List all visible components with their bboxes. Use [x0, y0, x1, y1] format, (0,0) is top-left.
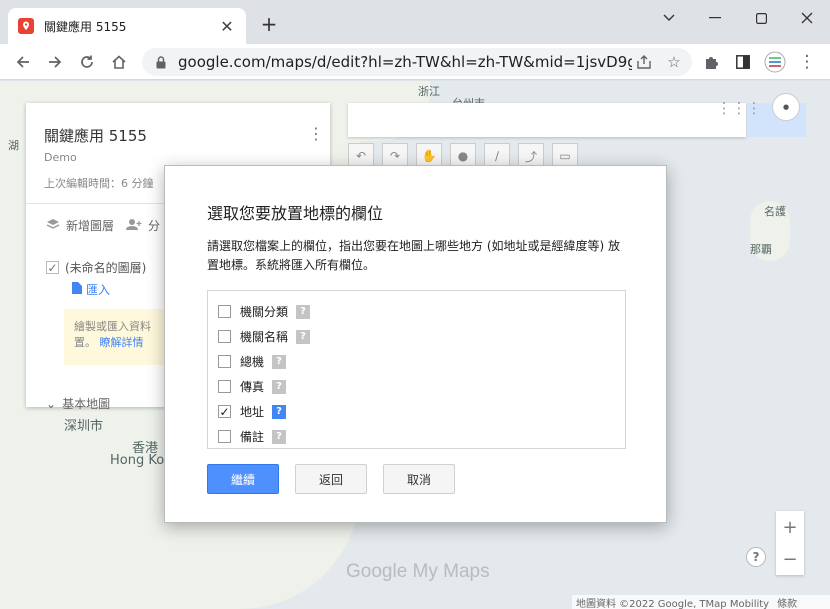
maximize-button[interactable] [738, 6, 784, 30]
import-label: 匯入 [86, 283, 111, 297]
browser-tab[interactable]: 關鍵應用 5155 ✕ [8, 8, 246, 44]
column-label: 機關名稱 [240, 330, 289, 344]
continue-button[interactable]: 繼續 [207, 464, 279, 494]
share-icon[interactable] [632, 50, 656, 74]
map-attribution: 地圖資料 ©2022 Google, TMap Mobility 條款 [572, 595, 830, 609]
column-checkbox[interactable] [218, 305, 231, 318]
account-avatar[interactable]: ● [772, 93, 800, 121]
column-label: 總機 [240, 355, 265, 369]
layer-name: (未命名的圖層) [65, 261, 147, 275]
column-list: 機關分類? 機關名稱? 總機? 傳真? ✓ 地址? 備註? [207, 290, 626, 449]
layer-row[interactable]: ✓ (未命名的圖層) [46, 259, 146, 276]
map-title[interactable]: 關鍵應用 5155 [44, 125, 147, 146]
back-button[interactable]: 返回 [295, 464, 367, 494]
help-icon[interactable]: ? [296, 329, 311, 344]
column-checkbox[interactable]: ✓ [218, 405, 231, 418]
side-panel-icon[interactable] [730, 49, 756, 75]
help-icon[interactable]: ? [296, 304, 311, 319]
help-icon[interactable]: ? [272, 354, 287, 369]
zoom-in-icon[interactable]: + [776, 511, 804, 543]
map-label-zhejiang: 浙江 [418, 85, 440, 98]
column-label: 機關分類 [240, 305, 289, 319]
share-map-button[interactable]: 分 [126, 217, 160, 234]
column-row[interactable]: 傳真? [208, 374, 625, 399]
column-row[interactable]: 備註? [208, 424, 625, 449]
map-label-shenzhen: 深圳市 [64, 419, 104, 434]
layers-icon [46, 218, 60, 233]
learn-more-link[interactable]: 瞭解詳情 [100, 336, 144, 349]
google-maps-pin-icon [18, 18, 34, 34]
apps-grid-icon[interactable]: ⋮⋮⋮ [717, 99, 762, 117]
browser-menu-icon[interactable]: ⋮ [794, 49, 820, 75]
add-person-icon [126, 218, 142, 233]
reload-icon[interactable] [74, 49, 100, 75]
map-search-input[interactable] [348, 103, 746, 137]
google-my-maps-logo: Google My Maps [346, 561, 490, 582]
help-icon[interactable]: ? [272, 379, 287, 394]
map-label-hongkong-en: Hong Ko [110, 453, 165, 468]
column-checkbox[interactable] [218, 430, 231, 443]
tab-title: 關鍵應用 5155 [44, 19, 127, 34]
back-arrow-icon[interactable] [10, 49, 36, 75]
basemap-label: 基本地圖 [62, 397, 111, 411]
cancel-button[interactable]: 取消 [383, 464, 455, 494]
browser-tab-strip: 關鍵應用 5155 ✕ + [0, 0, 830, 44]
hint-text-2: 置。 [74, 336, 96, 349]
select-location-columns-dialog: 選取您要放置地標的欄位 請選取您檔案上的欄位，指出您要在地圖上哪些地方 (如地址… [164, 165, 667, 523]
bookmark-star-icon[interactable]: ☆ [662, 50, 686, 74]
column-row[interactable]: 機關分類? [208, 299, 625, 324]
dialog-title: 選取您要放置地標的欄位 [207, 204, 384, 223]
column-label: 地址 [240, 405, 265, 419]
zoom-control: + − [776, 511, 804, 575]
lock-icon[interactable] [154, 55, 168, 69]
panel-more-icon[interactable]: ⋮ [308, 123, 324, 143]
url-text: google.com/maps/d/edit?hl=zh-TW&hl=zh-TW… [178, 53, 632, 71]
column-label: 備註 [240, 430, 265, 444]
forward-arrow-icon[interactable] [42, 49, 68, 75]
browser-toolbar: google.com/maps/d/edit?hl=zh-TW&hl=zh-TW… [0, 44, 830, 80]
layer-visibility-checkbox[interactable]: ✓ [46, 261, 59, 274]
column-row[interactable]: 總機? [208, 349, 625, 374]
column-checkbox[interactable] [218, 355, 231, 368]
map-label-mingming: 名護 [764, 205, 786, 218]
zoom-out-icon[interactable]: − [776, 543, 804, 575]
share-label: 分 [148, 219, 161, 233]
tab-search-chevron-icon[interactable] [646, 6, 692, 30]
column-row[interactable]: 機關名稱? [208, 324, 625, 349]
column-row[interactable]: ✓ 地址? [208, 399, 625, 424]
file-icon [72, 282, 82, 297]
attribution-text: 地圖資料 ©2022 Google, TMap Mobility [576, 598, 770, 609]
dialog-description: 請選取您檔案上的欄位，指出您要在地圖上哪些地方 (如地址或是經緯度等) 放置地標… [207, 239, 620, 272]
column-label: 傳真 [240, 380, 265, 394]
import-link[interactable]: 匯入 [72, 281, 110, 298]
map-label-naha: 那覇 [750, 243, 772, 256]
last-edit-text: 上次編輯時間：6 分鐘 [44, 177, 154, 190]
extensions-puzzle-icon[interactable] [698, 49, 724, 75]
column-checkbox[interactable] [218, 380, 231, 393]
terms-link[interactable]: 條款 [777, 595, 797, 609]
basemap-row[interactable]: ⌄ 基本地圖 [46, 395, 110, 412]
add-layer-label: 新增圖層 [66, 219, 115, 233]
help-icon[interactable]: ? [746, 547, 766, 567]
home-icon[interactable] [106, 49, 132, 75]
tab-close-icon[interactable]: ✕ [218, 17, 236, 36]
map-description: Demo [44, 151, 77, 164]
chevron-down-icon[interactable]: ⌄ [46, 397, 56, 411]
help-icon[interactable]: ? [272, 404, 287, 419]
map-label-hu: 湖 [8, 139, 19, 152]
column-checkbox[interactable] [218, 330, 231, 343]
new-tab-button[interactable]: + [258, 12, 280, 36]
address-bar[interactable]: google.com/maps/d/edit?hl=zh-TW&hl=zh-TW… [142, 48, 692, 76]
add-layer-button[interactable]: 新增圖層 [46, 217, 114, 234]
window-close-button[interactable] [784, 6, 830, 30]
minimize-button[interactable] [692, 6, 738, 30]
profile-avatar-icon[interactable] [762, 49, 788, 75]
help-icon[interactable]: ? [272, 429, 287, 444]
